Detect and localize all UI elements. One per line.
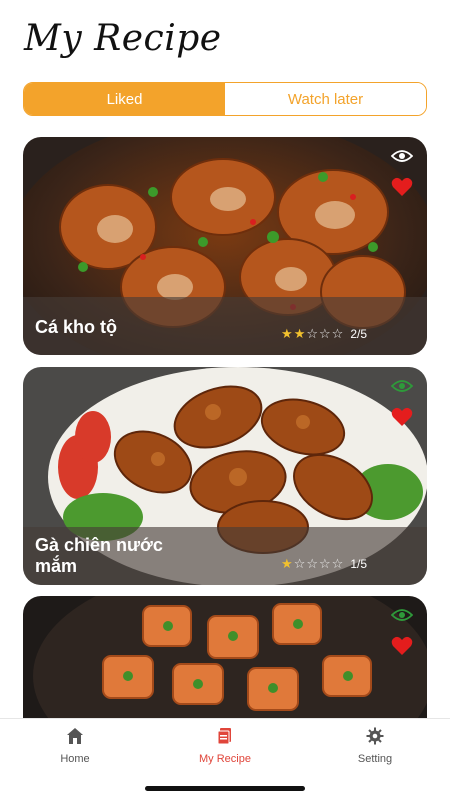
nav-home-label: Home	[60, 753, 90, 765]
nav-setting[interactable]: Setting	[325, 727, 425, 765]
star-filled-icon: ★	[293, 326, 306, 342]
recipe-card[interactable]: Gà chiên nước mắm ★ ☆ ☆ ☆ ☆ 1/5	[23, 367, 427, 585]
nav-home[interactable]: Home	[25, 727, 125, 765]
nav-setting-label: Setting	[357, 753, 393, 765]
eye-icon[interactable]	[391, 379, 413, 393]
star-filled-icon: ★	[281, 556, 293, 572]
home-icon	[67, 728, 83, 744]
recipe-name: Gà chiên nước mắm	[35, 535, 163, 576]
recipe-book-icon	[217, 728, 231, 745]
rating: ★ ★ ☆ ☆ ☆ 2/5	[281, 327, 367, 341]
star-rating: ★ ☆ ☆ ☆ ☆	[281, 558, 343, 571]
tab-bar: Liked Watch later	[23, 82, 427, 116]
star-empty-icon: ☆	[319, 556, 331, 572]
recipe-image	[23, 596, 427, 718]
heart-icon[interactable]	[391, 407, 413, 427]
recipe-card[interactable]	[23, 596, 427, 718]
eye-icon[interactable]	[391, 608, 413, 622]
star-empty-icon: ☆	[319, 326, 331, 342]
star-empty-icon: ☆	[331, 326, 344, 342]
star-filled-icon: ★	[281, 326, 293, 342]
rating: ★ ☆ ☆ ☆ ☆ 1/5	[281, 557, 367, 571]
eye-icon[interactable]	[391, 149, 413, 163]
page-title: My Recipe	[24, 18, 222, 59]
nav-my-recipe[interactable]: My Recipe	[175, 727, 275, 765]
star-empty-icon: ☆	[293, 556, 306, 572]
app-screen: My Recipe Liked Watch later Cá kho tộ ★ …	[0, 0, 450, 800]
heart-icon[interactable]	[391, 636, 413, 656]
recipe-name: Cá kho tộ	[35, 317, 118, 337]
gear-icon	[366, 727, 384, 745]
tab-watch-later[interactable]: Watch later	[225, 83, 426, 115]
home-indicator[interactable]	[145, 786, 305, 791]
star-rating: ★ ★ ☆ ☆ ☆	[281, 328, 343, 341]
rating-score: 1/5	[350, 557, 367, 571]
star-empty-icon: ☆	[331, 556, 344, 572]
star-empty-icon: ☆	[306, 556, 318, 572]
heart-icon[interactable]	[391, 177, 413, 197]
nav-my-recipe-label: My Recipe	[199, 753, 251, 765]
rating-score: 2/5	[350, 327, 367, 341]
tab-liked[interactable]: Liked	[24, 83, 225, 115]
star-empty-icon: ☆	[306, 326, 318, 342]
recipe-card[interactable]: Cá kho tộ ★ ★ ☆ ☆ ☆ 2/5	[23, 137, 427, 355]
